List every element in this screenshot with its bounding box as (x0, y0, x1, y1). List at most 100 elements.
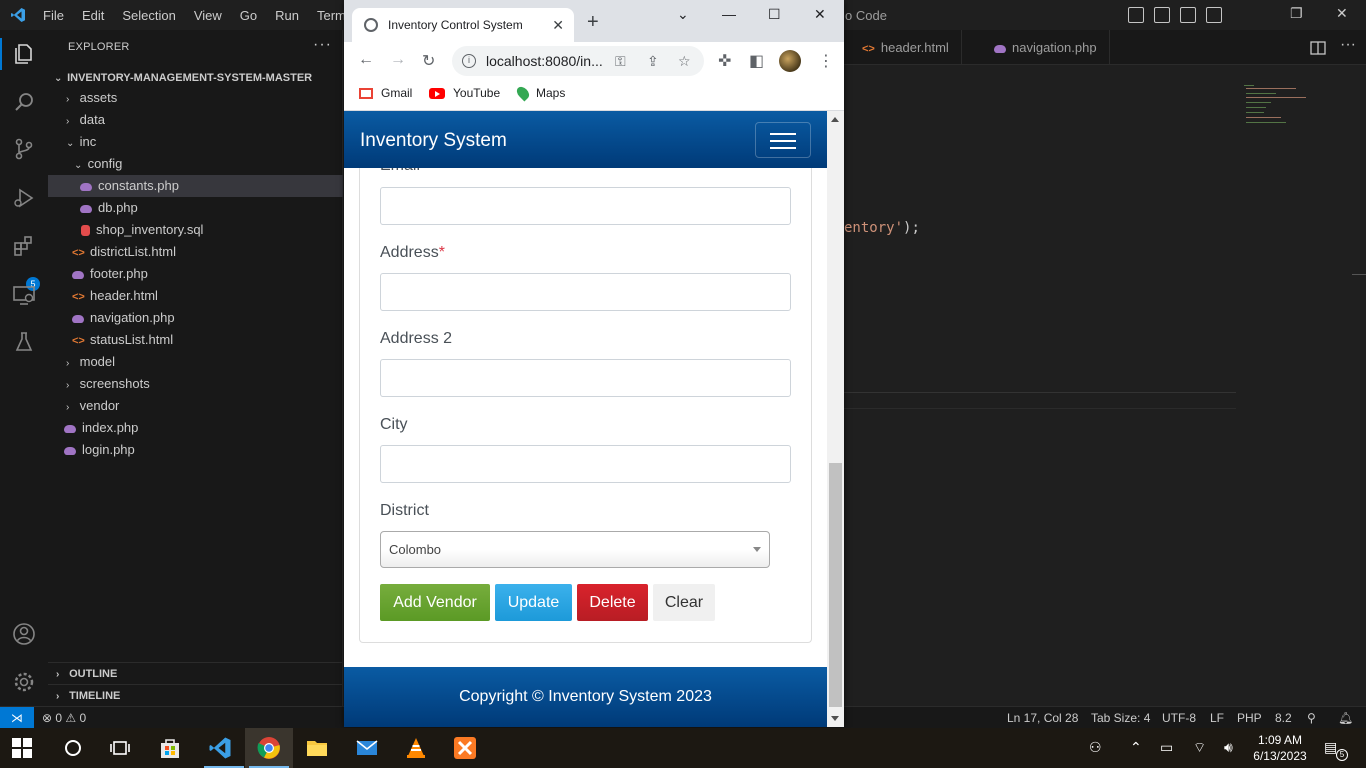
vlc-icon[interactable] (404, 736, 428, 760)
city-field[interactable] (380, 445, 791, 483)
navbar-toggle-hamburger-icon[interactable] (755, 122, 811, 158)
tree-item-shop-inventory-sql[interactable]: shop_inventory.sql (48, 219, 343, 241)
explorer-icon[interactable] (12, 42, 36, 66)
menu-file[interactable]: File (43, 8, 64, 23)
encoding[interactable]: UTF-8 (1162, 711, 1196, 725)
run-debug-icon[interactable] (12, 186, 36, 210)
file-explorer-icon[interactable] (305, 736, 329, 760)
bookmark-star-icon[interactable]: ☆ (678, 46, 691, 76)
tree-item-header-html[interactable]: <> header.html (48, 285, 343, 307)
tree-item-districtlist-html[interactable]: <> districtList.html (48, 241, 343, 263)
xampp-icon[interactable] (453, 736, 477, 760)
address-field[interactable] (380, 273, 791, 311)
chrome-menu-icon[interactable]: ⋮ (818, 51, 834, 71)
share-icon[interactable]: ⇪ (647, 46, 659, 76)
tree-item-model[interactable]: › model (48, 351, 343, 373)
tree-item-navigation-php[interactable]: navigation.php (48, 307, 343, 329)
toggle-panel-icon[interactable] (1154, 7, 1170, 23)
show-hidden-icons-chevron[interactable]: ⌃ (1130, 739, 1142, 756)
problems-indicator[interactable]: ⊗ 0 ⚠ 0 (42, 711, 86, 725)
tree-item-constants-php[interactable]: constants.php (48, 175, 343, 197)
remote-indicator-icon[interactable]: ⋊ (0, 707, 34, 729)
split-editor-icon[interactable] (1310, 40, 1326, 56)
scrollbar-thumb[interactable] (829, 463, 842, 707)
reload-icon[interactable]: ↻ (422, 51, 435, 71)
system-clock[interactable]: 1:09 AM 6/13/2023 (1250, 732, 1310, 764)
feedback-icon[interactable]: ⚲ (1307, 711, 1316, 725)
volume-icon[interactable]: 🔊︎ (1224, 739, 1233, 756)
bookmark-youtube[interactable]: YouTube (429, 86, 500, 100)
add-vendor-button[interactable]: Add Vendor (380, 584, 490, 621)
customize-layout-icon[interactable] (1206, 7, 1222, 23)
tab-header-html[interactable]: <> header.html (850, 30, 962, 65)
tree-item-inc[interactable]: ⌄ inc (48, 131, 343, 153)
menu-edit[interactable]: Edit (82, 8, 104, 23)
windows-start-icon[interactable] (12, 738, 32, 758)
clear-button[interactable]: Clear (653, 584, 715, 621)
power-battery-icon[interactable]: ▭ (1160, 739, 1173, 756)
store-icon[interactable] (158, 736, 182, 760)
tree-item-vendor[interactable]: › vendor (48, 395, 343, 417)
search-icon[interactable] (12, 90, 36, 114)
tree-item-db-php[interactable]: db.php (48, 197, 343, 219)
outline-section[interactable]: › OUTLINE (48, 662, 343, 684)
timeline-section[interactable]: › TIMELINE (48, 684, 343, 706)
site-info-icon[interactable]: i (462, 54, 476, 68)
close-window-icon[interactable]: ✕ (1336, 5, 1348, 22)
workspace-root[interactable]: ⌄ INVENTORY-MANAGEMENT-SYSTEM-MASTER (48, 67, 343, 89)
editor-more-icon[interactable]: ··· (1340, 36, 1356, 54)
end-of-line[interactable]: LF (1210, 711, 1224, 725)
people-icon[interactable]: ⚇ (1089, 739, 1102, 756)
browser-tab[interactable]: Inventory Control System ✕ (352, 8, 574, 42)
restore-icon[interactable]: ❐ (1290, 5, 1303, 22)
key-icon[interactable]: ⚿ (615, 46, 626, 76)
tree-item-footer-php[interactable]: footer.php (48, 263, 343, 285)
cursor-position[interactable]: Ln 17, Col 28 (1007, 711, 1078, 725)
tree-item-screenshots[interactable]: › screenshots (48, 373, 343, 395)
close-browser-icon[interactable]: ✕ (814, 6, 826, 23)
menu-view[interactable]: View (194, 8, 222, 23)
bookmark-maps[interactable]: Maps (514, 84, 565, 102)
tree-item-assets[interactable]: › assets (48, 87, 343, 109)
notifications-bell-icon[interactable]: 🔔︎ (1338, 711, 1353, 725)
language-mode[interactable]: PHP (1237, 711, 1262, 725)
minimap[interactable] (1244, 85, 1314, 130)
toggle-secondary-sidebar-icon[interactable] (1180, 7, 1196, 23)
taskbar-vscode[interactable] (200, 728, 244, 768)
forward-arrow-icon[interactable]: → (390, 51, 406, 69)
brand-title[interactable]: Inventory System (360, 130, 507, 152)
network-icon[interactable]: ⌔ (1193, 739, 1206, 757)
tab-size[interactable]: Tab Size: 4 (1091, 711, 1150, 725)
page-scrollbar[interactable] (827, 111, 844, 727)
address-bar[interactable]: i localhost:8080/in... ⚿ ⇪ ☆ (452, 46, 704, 76)
extensions-icon[interactable] (12, 234, 36, 258)
tree-item-login-php[interactable]: login.php (48, 439, 343, 461)
menu-run[interactable]: Run (275, 8, 299, 23)
mail-icon[interactable] (355, 736, 379, 760)
profile-avatar[interactable] (779, 50, 801, 72)
menu-selection[interactable]: Selection (122, 8, 175, 23)
code-line-fragment[interactable]: entory'); (844, 220, 920, 236)
back-arrow-icon[interactable]: ← (358, 51, 374, 69)
minimize-icon[interactable]: — (722, 6, 736, 22)
task-view-icon[interactable] (108, 736, 132, 760)
update-button[interactable]: Update (495, 584, 572, 621)
district-select[interactable]: Colombo (380, 531, 770, 568)
email-field[interactable] (380, 187, 791, 225)
manage-gear-icon[interactable] (12, 670, 36, 694)
address2-field[interactable] (380, 359, 791, 397)
tree-item-index-php[interactable]: index.php (48, 417, 343, 439)
bookmark-gmail[interactable]: Gmail (359, 86, 412, 100)
tab-search-icon[interactable]: ⌄ (677, 6, 689, 23)
testing-icon[interactable] (12, 330, 36, 354)
scroll-down-arrow-icon[interactable] (831, 716, 839, 721)
tree-item-statuslist-html[interactable]: <> statusList.html (48, 329, 343, 351)
delete-button[interactable]: Delete (577, 584, 648, 621)
source-control-icon[interactable] (12, 137, 36, 161)
tree-item-data[interactable]: › data (48, 109, 343, 131)
tab-navigation-php[interactable]: navigation.php (982, 30, 1110, 65)
tree-item-config[interactable]: ⌄ config (48, 153, 343, 175)
toggle-sidebar-icon[interactable] (1128, 7, 1144, 23)
search-circle-icon[interactable] (61, 736, 85, 760)
new-tab-icon[interactable]: + (587, 11, 599, 34)
